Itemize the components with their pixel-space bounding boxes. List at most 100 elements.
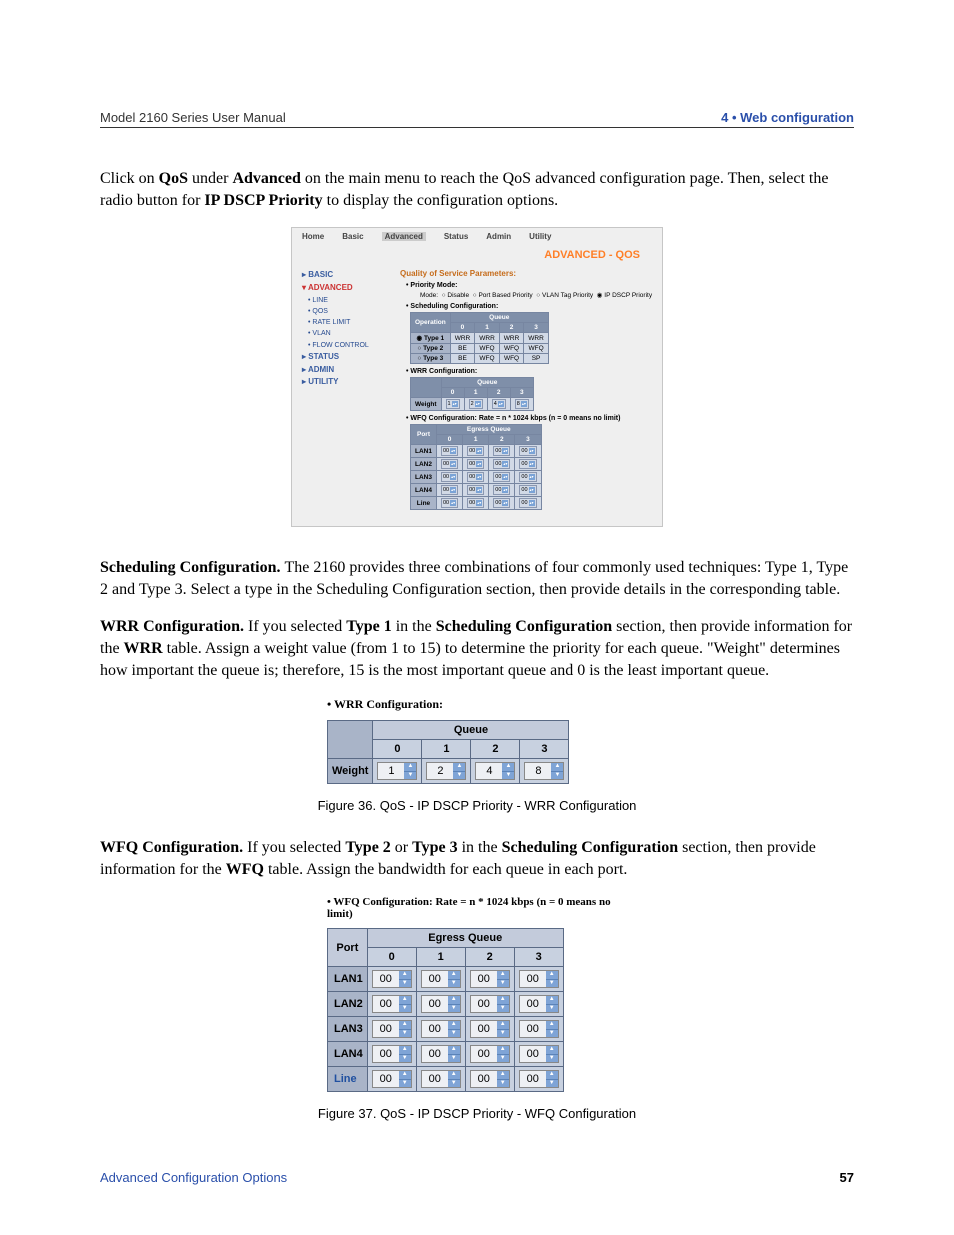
port-label: LAN4 bbox=[411, 484, 437, 497]
cell: BE bbox=[450, 344, 475, 354]
nav-advanced[interactable]: Advanced bbox=[382, 232, 426, 241]
radio-vlan[interactable]: VLAN Tag Priority bbox=[542, 292, 593, 299]
page-header: Model 2160 Series User Manual 4 • Web co… bbox=[100, 110, 854, 128]
weight-0[interactable]: 1▴▾ bbox=[441, 398, 464, 411]
cell: WFQ bbox=[524, 344, 549, 354]
spinner-cell[interactable]: 00▲▼ bbox=[367, 967, 416, 992]
type2-radio[interactable]: ○ Type 2 bbox=[411, 344, 451, 354]
wfq-cell[interactable]: 00▴▾ bbox=[489, 458, 515, 471]
wfq-cell[interactable]: 00▴▾ bbox=[463, 458, 489, 471]
weight-spinner-3[interactable]: 8▲▼ bbox=[520, 759, 569, 784]
wfq-cell[interactable]: 00▴▾ bbox=[463, 471, 489, 484]
text: in the bbox=[458, 839, 502, 856]
wfq-cell[interactable]: 00▴▾ bbox=[489, 445, 515, 458]
footer-page: 57 bbox=[840, 1170, 854, 1185]
col-3: 3 bbox=[520, 740, 569, 759]
spinner-cell[interactable]: 00▲▼ bbox=[514, 1067, 563, 1092]
weight-spinner-0[interactable]: 1▲▼ bbox=[373, 759, 422, 784]
type3: Type 3 bbox=[412, 839, 457, 856]
port-lan2: LAN2 bbox=[328, 992, 368, 1017]
weight-1[interactable]: 2▴▾ bbox=[464, 398, 487, 411]
radio-disable[interactable]: Disable bbox=[447, 292, 469, 299]
spinner-cell[interactable]: 00▲▼ bbox=[416, 1042, 465, 1067]
wfq-cell[interactable]: 00▴▾ bbox=[463, 497, 489, 510]
wfq-cell[interactable]: 00▴▾ bbox=[515, 484, 541, 497]
cell: WRR bbox=[475, 333, 500, 344]
spinner-cell[interactable]: 00▲▼ bbox=[416, 992, 465, 1017]
side-utility[interactable]: ▸ UTILITY bbox=[302, 376, 390, 389]
wfq-cell[interactable]: 00▴▾ bbox=[515, 458, 541, 471]
nav-status[interactable]: Status bbox=[444, 232, 468, 241]
spinner-cell[interactable]: 00▲▼ bbox=[367, 1042, 416, 1067]
wfq-cell[interactable]: 00▴▾ bbox=[463, 484, 489, 497]
spinner-cell[interactable]: 00▲▼ bbox=[416, 1017, 465, 1042]
type1-radio[interactable]: ◉ Type 1 bbox=[411, 333, 451, 344]
spinner-cell[interactable]: 00▲▼ bbox=[465, 1042, 514, 1067]
sched-conf-ref: Scheduling Configuration bbox=[436, 618, 612, 635]
page-footer: Advanced Configuration Options 57 bbox=[100, 1170, 854, 1185]
col-3: 3 bbox=[515, 435, 541, 445]
radio-port[interactable]: Port Based Priority bbox=[478, 292, 532, 299]
spinner-cell[interactable]: 00▲▼ bbox=[465, 992, 514, 1017]
spinner-cell[interactable]: 00▲▼ bbox=[367, 1067, 416, 1092]
side-status[interactable]: ▸ STATUS bbox=[302, 351, 390, 364]
port-lan3: LAN3 bbox=[328, 1017, 368, 1042]
wfq-table: Port Egress Queue 0 1 2 3 LAN1 00▲▼ 00▲▼… bbox=[327, 928, 564, 1092]
wfq-conf-label: • WFQ Configuration: Rate = n * 1024 kbp… bbox=[406, 415, 656, 422]
col-1: 1 bbox=[464, 388, 487, 398]
weight-2[interactable]: 4▴▾ bbox=[487, 398, 510, 411]
mode-label: Mode: bbox=[420, 292, 438, 299]
wfq-cell[interactable]: 00▴▾ bbox=[436, 471, 462, 484]
wfq-cell[interactable]: 00▴▾ bbox=[515, 497, 541, 510]
nav-home[interactable]: Home bbox=[302, 232, 324, 241]
spinner-cell[interactable]: 00▲▼ bbox=[367, 1017, 416, 1042]
sched-conf-heading: Scheduling Configuration. bbox=[100, 559, 284, 576]
wfq-cell[interactable]: 00▴▾ bbox=[489, 497, 515, 510]
type3-radio[interactable]: ○ Type 3 bbox=[411, 354, 451, 364]
spinner-cell[interactable]: 00▲▼ bbox=[514, 992, 563, 1017]
blank-header bbox=[328, 721, 373, 759]
wfq-row-lan2: LAN2 00▲▼ 00▲▼ 00▲▼ 00▲▼ bbox=[328, 992, 564, 1017]
wfq-cell[interactable]: 00▴▾ bbox=[436, 484, 462, 497]
side-flow[interactable]: • FLOW CONTROL bbox=[308, 340, 390, 351]
op-header: Operation bbox=[411, 313, 451, 333]
wfq-cell[interactable]: 00▴▾ bbox=[463, 445, 489, 458]
spinner-cell[interactable]: 00▲▼ bbox=[416, 967, 465, 992]
spinner-cell[interactable]: 00▲▼ bbox=[514, 967, 563, 992]
spinner-cell[interactable]: 00▲▼ bbox=[367, 992, 416, 1017]
spinner-cell[interactable]: 00▲▼ bbox=[465, 1067, 514, 1092]
weight-spinner-2[interactable]: 4▲▼ bbox=[471, 759, 520, 784]
spinner-cell[interactable]: 00▲▼ bbox=[465, 967, 514, 992]
text: table. Assign a weight value (from 1 to … bbox=[100, 640, 840, 679]
side-vlan[interactable]: • VLAN bbox=[308, 328, 390, 339]
radio-ip-dscp[interactable]: IP DSCP Priority bbox=[604, 292, 652, 299]
nav-utility[interactable]: Utility bbox=[529, 232, 551, 241]
wfq-table-mini: Port Egress Queue 0 1 2 3 LAN100▴▾00▴▾00… bbox=[410, 424, 542, 510]
weight-spinner-1[interactable]: 2▲▼ bbox=[422, 759, 471, 784]
wfq-cell[interactable]: 00▴▾ bbox=[489, 484, 515, 497]
col-1: 1 bbox=[422, 740, 471, 759]
side-rate[interactable]: • RATE LIMIT bbox=[308, 317, 390, 328]
wfq-cell[interactable]: 00▴▾ bbox=[515, 445, 541, 458]
weight-3[interactable]: 8▴▾ bbox=[510, 398, 533, 411]
paragraph-sched: Scheduling Configuration. The 2160 provi… bbox=[100, 557, 854, 600]
side-advanced[interactable]: ▾ ADVANCED bbox=[302, 282, 390, 295]
nav-admin[interactable]: Admin bbox=[486, 232, 511, 241]
wfq-cell[interactable]: 00▴▾ bbox=[489, 471, 515, 484]
wfq-cell[interactable]: 00▴▾ bbox=[436, 458, 462, 471]
nav-basic[interactable]: Basic bbox=[342, 232, 363, 241]
spinner-cell[interactable]: 00▲▼ bbox=[514, 1017, 563, 1042]
spinner-cell[interactable]: 00▲▼ bbox=[465, 1017, 514, 1042]
side-basic[interactable]: ▸ BASIC bbox=[302, 269, 390, 282]
side-admin[interactable]: ▸ ADMIN bbox=[302, 364, 390, 377]
side-line[interactable]: • LINE bbox=[308, 295, 390, 306]
spinner-cell[interactable]: 00▲▼ bbox=[514, 1042, 563, 1067]
spinner-cell[interactable]: 00▲▼ bbox=[416, 1067, 465, 1092]
col-3: 3 bbox=[510, 388, 533, 398]
cell: WRR bbox=[499, 333, 524, 344]
wfq-cell[interactable]: 00▴▾ bbox=[515, 471, 541, 484]
wfq-cell[interactable]: 00▴▾ bbox=[436, 445, 462, 458]
col-0: 0 bbox=[450, 323, 475, 333]
side-qos[interactable]: • QOS bbox=[308, 306, 390, 317]
wfq-cell[interactable]: 00▴▾ bbox=[436, 497, 462, 510]
